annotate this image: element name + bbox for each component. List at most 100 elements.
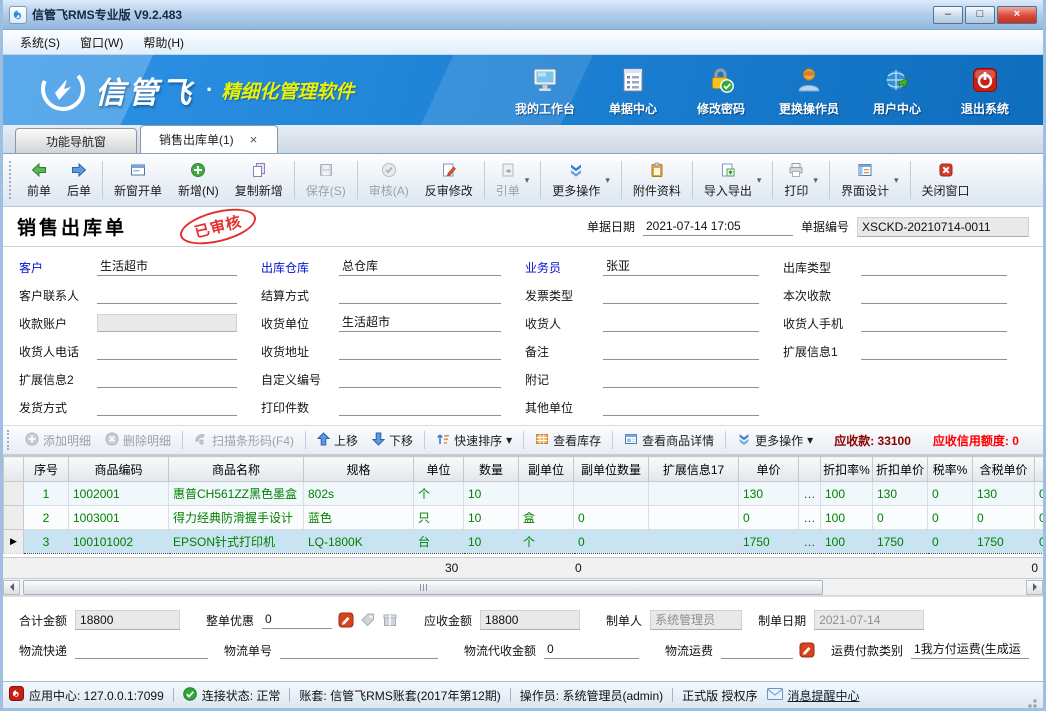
exit-system-button[interactable]: 退出系统: [941, 64, 1029, 117]
ext1-field[interactable]: [861, 343, 1007, 360]
chevron-down-icon[interactable]: ▾: [757, 175, 762, 186]
ext2-field[interactable]: [97, 371, 237, 388]
order-discount-field[interactable]: 0: [262, 611, 332, 629]
price-ellipsis-button[interactable]: …: [799, 482, 821, 506]
scroll-right-button[interactable]: [1026, 580, 1043, 595]
postscript-field[interactable]: [603, 371, 759, 388]
doc-no-field[interactable]: XSCKD-20210714-0011: [857, 217, 1029, 237]
remark-field[interactable]: [603, 343, 759, 360]
menu-system[interactable]: 系统(S): [11, 31, 69, 54]
create-date-field: 2021-07-14: [814, 610, 924, 630]
brand: 信管飞 · 精细化管理软件: [41, 67, 354, 114]
express-field[interactable]: [75, 642, 208, 659]
close-button[interactable]: ×: [997, 6, 1037, 24]
toolbar-grip[interactable]: [9, 161, 15, 199]
maximize-button[interactable]: □: [965, 6, 995, 24]
settlement-field[interactable]: [339, 287, 501, 304]
tab-function-nav[interactable]: 功能导航窗: [15, 128, 137, 153]
copy-add-button[interactable]: 复制新增: [227, 159, 291, 202]
warehouse-field[interactable]: 总仓库: [339, 258, 501, 276]
sort-icon: [436, 432, 450, 449]
attachments-button[interactable]: 附件资料: [625, 159, 689, 202]
chevron-down-icon[interactable]: ▾: [894, 175, 899, 186]
receiver-mobile-field[interactable]: [861, 315, 1007, 332]
chevron-down-icon[interactable]: ▾: [605, 175, 610, 186]
table-row[interactable]: 1 1002001 惠普CH561ZZ黑色墨盒 802s 个 10 130 … …: [4, 482, 1044, 506]
plus-circle-gray-icon: [25, 432, 39, 449]
unaudit-modify-button[interactable]: 反审修改: [417, 159, 481, 202]
scrollbar-thumb[interactable]: [23, 580, 823, 595]
scroll-left-button[interactable]: [3, 580, 20, 595]
menu-window[interactable]: 窗口(W): [71, 31, 132, 54]
more-actions-button[interactable]: 更多操作 ▾: [544, 159, 618, 202]
menu-help[interactable]: 帮助(H): [134, 31, 193, 54]
user-center-button[interactable]: 用户中心: [853, 64, 941, 117]
next-doc-button[interactable]: 后单: [59, 159, 99, 202]
minimize-button[interactable]: –: [933, 6, 963, 24]
view-product-detail-button[interactable]: 查看商品详情: [617, 429, 721, 452]
import-export-button[interactable]: 导入导出 ▾: [696, 159, 770, 202]
chevron-down-icon[interactable]: ▾: [813, 175, 818, 186]
doc-date-field[interactable]: 2021-07-14 17:05: [643, 218, 793, 236]
resize-grip[interactable]: [1025, 696, 1037, 708]
customer-contact-field[interactable]: [97, 287, 237, 304]
price-ellipsis-button[interactable]: …: [799, 506, 821, 530]
chevron-down-icon[interactable]: ▾: [525, 175, 530, 186]
custom-no-field[interactable]: [339, 371, 501, 388]
chevron-down-icon[interactable]: ▾: [807, 433, 813, 447]
current-receipt-field[interactable]: [861, 287, 1007, 304]
edit-doc-icon: [441, 162, 457, 179]
freight-pay-type-field[interactable]: 1我方付运费(生成运: [911, 641, 1029, 659]
prev-doc-button[interactable]: 前单: [19, 159, 59, 202]
discount-edit-icon[interactable]: [338, 612, 354, 628]
switch-operator-button[interactable]: 更换操作员: [765, 64, 853, 117]
x-circle-gray-icon: [105, 432, 119, 449]
my-workbench-button[interactable]: 我的工作台: [501, 64, 589, 117]
message-center-link[interactable]: 消息提醒中心: [767, 687, 860, 704]
freight-field[interactable]: [721, 642, 793, 659]
tax-total: 0: [1031, 561, 1038, 575]
view-stock-button[interactable]: 查看库存: [528, 429, 608, 452]
table-row-selected[interactable]: ▶ 3 100101002 EPSON针式打印机 LQ-1800K 台 10 个…: [4, 530, 1044, 554]
customer-field[interactable]: 生活超市: [97, 258, 237, 276]
arrow-up-icon: [317, 432, 330, 449]
tab-close-icon[interactable]: ×: [248, 132, 260, 147]
print-button[interactable]: 打印 ▾: [776, 159, 826, 202]
ship-method-field[interactable]: [97, 399, 237, 416]
horizontal-scrollbar[interactable]: [3, 579, 1043, 596]
tracking-no-field[interactable]: [280, 642, 438, 659]
document-center-button[interactable]: 单据中心: [589, 64, 677, 117]
detail-table: 序号 商品编码 商品名称 规格 单位 数量 副单位 副单位数量 扩展信息17 单…: [3, 455, 1043, 554]
receiver-address-field[interactable]: [339, 343, 501, 360]
logistics-section: 物流快递 物流单号 物流代收金额 0 物流运费 运费付款类别 1我方付运费(生成…: [19, 635, 1029, 665]
freight-edit-icon[interactable]: [799, 642, 815, 658]
add-new-button[interactable]: 新增(N): [170, 159, 227, 202]
scrollbar-track[interactable]: [20, 580, 1026, 595]
arrow-left-icon: [31, 162, 47, 179]
receiver-unit-field[interactable]: 生活超市: [339, 314, 501, 332]
receipt-account-field[interactable]: [97, 314, 237, 332]
ui-design-button[interactable]: 界面设计 ▾: [833, 159, 907, 202]
close-window-button[interactable]: 关闭窗口: [914, 159, 978, 202]
table-row[interactable]: 2 1003001 得力经典防滑握手设计 蓝色 只 10 盒 0 0 … 100…: [4, 506, 1044, 530]
price-ellipsis-button[interactable]: …: [799, 530, 821, 554]
detail-more-actions-button[interactable]: 更多操作 ▾: [730, 429, 820, 452]
other-unit-field[interactable]: [603, 399, 759, 416]
quick-sort-button[interactable]: 快速排序 ▾: [429, 429, 519, 452]
outbound-type-field[interactable]: [861, 259, 1007, 276]
change-password-button[interactable]: 修改密码: [677, 64, 765, 117]
invoice-type-field[interactable]: [603, 287, 759, 304]
remark-label: 备注: [525, 343, 603, 360]
new-window-order-button[interactable]: 新窗开单: [106, 159, 170, 202]
cod-amount-field[interactable]: 0: [544, 641, 639, 659]
print-copies-field[interactable]: [339, 399, 501, 416]
move-up-button[interactable]: 上移: [310, 429, 365, 452]
connection-ok-icon: [183, 687, 197, 704]
receiver-field[interactable]: [603, 315, 759, 332]
receiver-phone-field[interactable]: [97, 343, 237, 360]
salesman-field[interactable]: 张亚: [603, 258, 759, 276]
move-down-button[interactable]: 下移: [365, 429, 420, 452]
tab-sales-outbound[interactable]: 销售出库单(1) ×: [140, 125, 278, 153]
chevron-down-icon[interactable]: ▾: [506, 433, 512, 447]
detail-toolbar-grip[interactable]: [7, 430, 12, 450]
